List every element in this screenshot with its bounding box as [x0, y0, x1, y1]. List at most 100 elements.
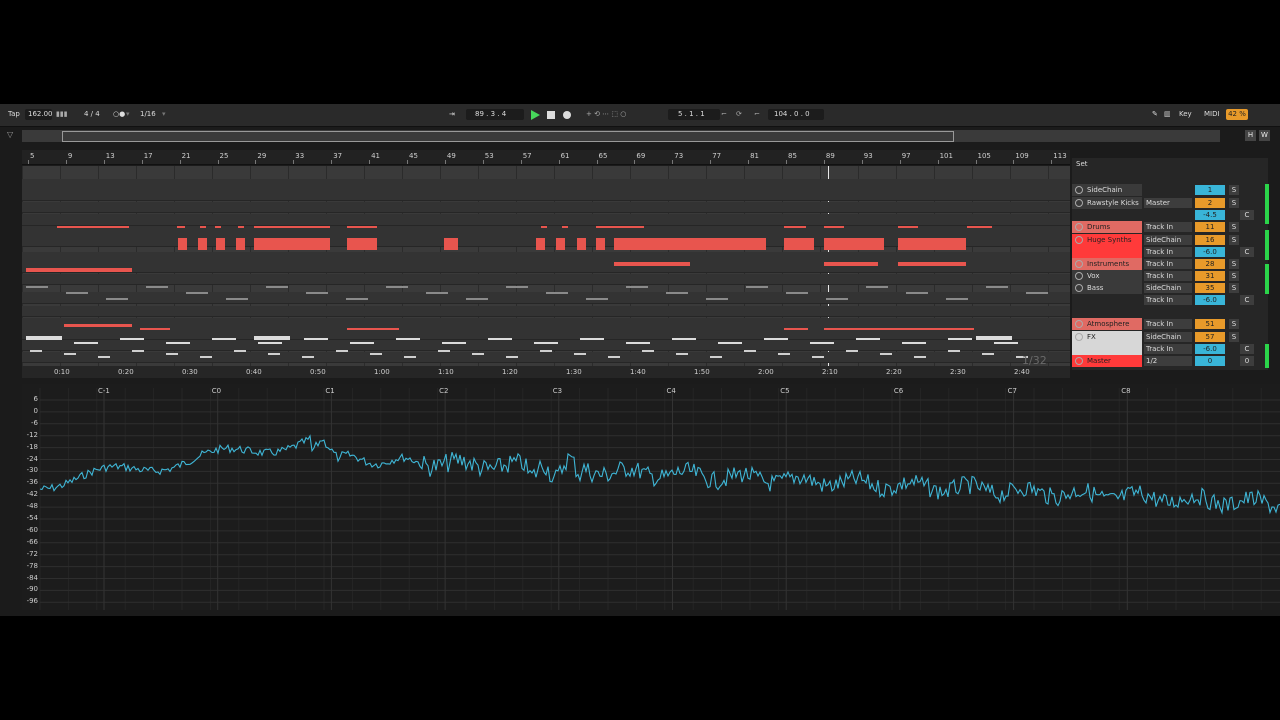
clip[interactable] [614, 262, 690, 266]
track-value[interactable]: -6.0 [1195, 295, 1225, 305]
track-activator-icon[interactable] [1075, 272, 1083, 280]
solo-button[interactable]: S [1229, 332, 1239, 342]
clip[interactable] [347, 238, 377, 250]
track-value[interactable]: 1 [1195, 185, 1225, 195]
pan-button[interactable]: 0 [1240, 356, 1254, 366]
clip[interactable] [824, 328, 974, 330]
clip[interactable] [534, 342, 558, 344]
track-lane[interactable] [22, 190, 1070, 201]
clip[interactable] [302, 356, 314, 358]
clip[interactable] [946, 298, 968, 300]
clip[interactable] [26, 286, 48, 288]
routing-menu[interactable]: Master [1144, 198, 1192, 208]
clip[interactable] [614, 238, 766, 250]
clip[interactable] [506, 356, 518, 358]
solo-button[interactable]: S [1229, 235, 1239, 245]
track-value[interactable]: 31 [1195, 271, 1225, 281]
arrangement-position-icon[interactable]: ⇥ [449, 110, 455, 118]
clip[interactable] [577, 238, 586, 250]
clip[interactable] [177, 226, 185, 228]
routing-menu[interactable]: 1/2 [1144, 356, 1192, 366]
stop-button[interactable] [547, 111, 555, 119]
clip[interactable] [898, 238, 966, 250]
solo-button[interactable]: S [1229, 259, 1239, 269]
clip[interactable] [304, 338, 328, 340]
track-value[interactable]: -4.5 [1195, 210, 1225, 220]
clip[interactable] [268, 353, 280, 355]
clip[interactable] [215, 226, 221, 228]
routing-menu[interactable]: Track In [1144, 222, 1192, 232]
clip[interactable] [744, 350, 756, 352]
track-activator-icon[interactable] [1075, 333, 1083, 341]
pan-button[interactable]: C [1240, 210, 1254, 220]
track-value[interactable]: -6.0 [1195, 247, 1225, 257]
arrangement-view[interactable] [22, 166, 1070, 370]
clip[interactable] [426, 292, 448, 294]
clip[interactable] [404, 356, 416, 358]
solo-button[interactable]: S [1229, 198, 1239, 208]
clip[interactable] [238, 226, 244, 228]
solo-button[interactable]: S [1229, 222, 1239, 232]
clip[interactable] [536, 238, 545, 250]
track-row[interactable]: Vox Track In 31 S [1072, 270, 1268, 282]
clip[interactable] [574, 353, 586, 355]
overdub-icon[interactable]: + ⟲ ⋯ ⬚ ○ [586, 110, 626, 118]
track-value[interactable]: 57 [1195, 332, 1225, 342]
loop-switch-icon[interactable]: ⟳ [736, 110, 742, 118]
track-row[interactable]: Bass SideChain 35 S [1072, 282, 1268, 294]
solo-button[interactable]: S [1229, 319, 1239, 329]
clip[interactable] [812, 356, 824, 358]
track-row[interactable]: FX SideChain 57 S [1072, 331, 1268, 343]
clip[interactable] [347, 328, 399, 330]
clip[interactable] [64, 324, 132, 327]
track-value[interactable]: 35 [1195, 283, 1225, 293]
clip[interactable] [976, 336, 1012, 340]
solo-button[interactable]: S [1229, 185, 1239, 195]
clip[interactable] [718, 342, 742, 344]
track-name[interactable]: Instruments [1072, 258, 1142, 270]
clip[interactable] [824, 238, 884, 250]
pan-button[interactable]: C [1240, 295, 1254, 305]
clip[interactable] [166, 353, 178, 355]
clip[interactable] [140, 328, 170, 330]
track-name[interactable]: Master [1072, 355, 1142, 367]
draw-mode-icon[interactable]: ✎ [1152, 110, 1158, 118]
clip[interactable] [198, 238, 207, 250]
track-row[interactable]: -4.5 C [1072, 209, 1268, 221]
clip[interactable] [786, 292, 808, 294]
clip[interactable] [438, 350, 450, 352]
track-activator-icon[interactable] [1075, 199, 1083, 207]
w-button[interactable]: W [1259, 130, 1270, 141]
routing-menu[interactable]: SideChain [1144, 332, 1192, 342]
clip[interactable] [967, 226, 992, 228]
record-button[interactable] [563, 111, 571, 119]
clip[interactable] [642, 350, 654, 352]
routing-menu[interactable]: Track In [1144, 319, 1192, 329]
clip[interactable] [146, 286, 168, 288]
arrangement-overview[interactable] [22, 130, 1220, 142]
clip[interactable] [236, 238, 245, 250]
track-activator-icon[interactable] [1075, 186, 1083, 194]
time-ruler[interactable]: 0:10 0:20 0:30 0:40 0:50 1:00 1:10 1:20 1:30 1:40… [22, 366, 1070, 378]
clip[interactable] [200, 226, 206, 228]
clip[interactable] [541, 226, 547, 228]
clip[interactable] [846, 350, 858, 352]
clip[interactable] [826, 298, 848, 300]
clip[interactable] [306, 292, 328, 294]
track-row[interactable]: Track In -6.0 C [1072, 294, 1268, 306]
clip[interactable] [898, 226, 918, 228]
loop-start[interactable]: 5 . 1 . 1 [678, 110, 705, 118]
track-row[interactable]: Rawstyle Kicks Master 2 S [1072, 197, 1268, 209]
clip[interactable] [370, 353, 382, 355]
track-name[interactable]: Vox [1072, 270, 1142, 282]
clip[interactable] [706, 298, 728, 300]
pan-button[interactable]: C [1240, 247, 1254, 257]
clip[interactable] [186, 292, 208, 294]
track-row[interactable]: Atmosphere Track In 51 S [1072, 318, 1268, 330]
clip[interactable] [626, 342, 650, 344]
routing-menu[interactable]: Track In [1144, 259, 1192, 269]
clip[interactable] [948, 350, 960, 352]
clip[interactable] [666, 292, 688, 294]
track-row[interactable]: Track In -6.0 C [1072, 343, 1268, 355]
clip[interactable] [254, 226, 330, 228]
